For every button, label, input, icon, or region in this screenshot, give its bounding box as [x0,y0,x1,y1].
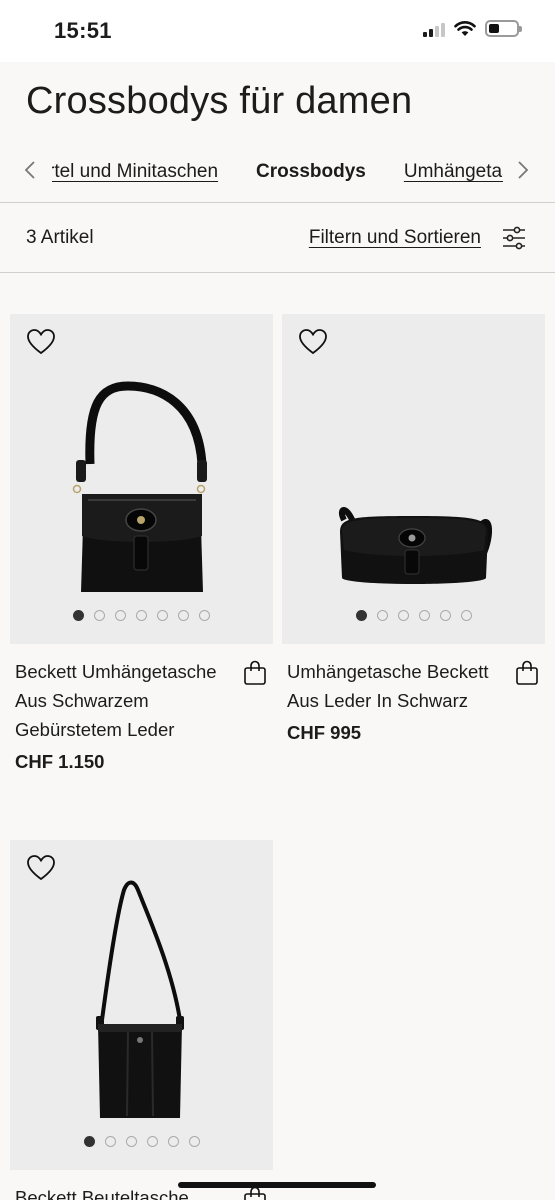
pagination-dot[interactable] [146,1136,158,1147]
status-icons [423,20,522,37]
shopping-bag-icon[interactable] [243,660,267,686]
image-pagination [10,1136,273,1147]
heart-icon[interactable] [26,328,56,356]
product-image[interactable] [10,840,273,1170]
heart-icon[interactable] [26,854,56,882]
category-tab-crossbodys[interactable]: Crossbodys [256,161,366,183]
heart-icon[interactable] [298,328,328,356]
pagination-dot[interactable] [104,1136,116,1147]
cellular-signal-icon [423,21,445,37]
sliders-icon[interactable] [501,225,527,251]
pagination-dot[interactable] [188,1136,200,1147]
shopping-bag-icon[interactable] [243,1186,267,1200]
product-photo-crossbody [338,507,493,584]
pagination-dot[interactable] [73,610,84,621]
product-name[interactable]: Beckett Umhängetasche Aus Schwarzem Gebü… [15,657,237,744]
pagination-dot[interactable] [376,610,388,621]
status-bar: 15:51 [0,0,555,62]
pagination-dot[interactable] [397,610,409,621]
category-carousel: rtel und Minitaschen Crossbodys Umhängetas… [0,148,555,196]
result-count: 3 Artikel [26,227,94,248]
category-viewport: rtel und Minitaschen Crossbodys Umhängetas… [52,148,503,196]
image-pagination [10,610,273,621]
pagination-dot[interactable] [157,610,168,621]
product-photo-handbag [72,381,207,592]
pagination-dot[interactable] [178,610,189,621]
shopping-bag-icon[interactable] [515,660,539,686]
chevron-right-icon[interactable] [511,158,533,182]
product-name[interactable]: Umhängetasche Beckett Aus Leder In Schwa… [287,657,509,715]
pagination-dot[interactable] [355,610,367,621]
pagination-dot[interactable] [199,610,210,621]
wifi-icon [454,21,476,36]
category-tab-minitaschen[interactable]: rtel und Minitaschen [52,161,218,183]
status-time: 15:51 [54,18,112,43]
pagination-dot[interactable] [83,1136,95,1147]
image-pagination [282,610,545,621]
product-photo-bucket-bag [96,880,184,1118]
product-card[interactable]: Beckett Umhängetasche Aus Schwarzem Gebü… [10,314,273,772]
product-image[interactable] [282,314,545,644]
battery-icon [485,20,522,37]
pagination-dot[interactable] [167,1136,179,1147]
product-price: CHF 995 [287,722,362,743]
home-indicator [178,1182,376,1188]
pagination-dot[interactable] [460,610,472,621]
product-card[interactable]: Umhängetasche Beckett Aus Leder In Schwa… [282,314,545,743]
chevron-left-icon[interactable] [20,158,42,182]
pagination-dot[interactable] [418,610,430,621]
pagination-dot[interactable] [439,610,451,621]
pagination-dot[interactable] [125,1136,137,1147]
product-price: CHF 1.150 [15,751,105,772]
pagination-dot[interactable] [94,610,105,621]
category-tab-umhaengetaschen[interactable]: Umhängetaschen [404,161,503,183]
pagination-dot[interactable] [136,610,147,621]
divider [0,272,555,273]
results-toolbar: 3 Artikel Filtern und Sortieren [0,203,555,273]
filter-sort-link[interactable]: Filtern und Sortieren [309,227,481,249]
product-card[interactable]: Beckett Beuteltasche [10,840,273,1200]
pagination-dot[interactable] [115,610,126,621]
page-title: Crossbodys für damen [26,80,413,122]
product-image[interactable] [10,314,273,644]
